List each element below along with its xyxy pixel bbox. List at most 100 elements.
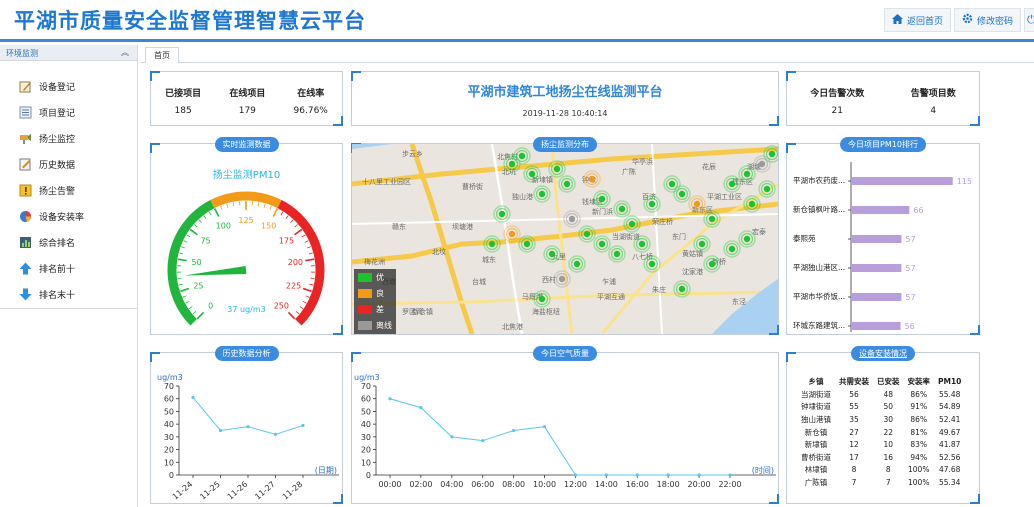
platform-title-panel: 平湖市建筑工地扬尘在线监测平台 2019-11-28 10:40:14 <box>351 71 779 126</box>
air-quality-chart: ug/m3 0 10 20 30 40 50 60 70 00:00 02:00 04:00 06:00… <box>354 373 776 489</box>
map-place-label: 荣庄桥 <box>652 217 673 226</box>
sidebar-item-dust-alarm[interactable]: 扬尘告警 <box>0 177 137 203</box>
logout-button[interactable]: ⏻ <box>1024 8 1034 32</box>
map-monitor-point <box>558 275 566 283</box>
stat-alarm-projects: 告警项目数 4 <box>911 86 956 116</box>
map-monitor-point <box>698 240 706 248</box>
history-panel: 历史数据分析 ug/m3 0 10 20 30 40 50 60 70 11-24 11-25 11-… <box>150 346 343 504</box>
panel-tag: 扬尘监测分布 <box>533 137 597 152</box>
map-place-label: 北坟 <box>432 247 446 256</box>
chart-y-tick-label: 60 <box>164 395 174 404</box>
chart-y-tick-label: 40 <box>164 420 174 429</box>
chart-y-tick-label: 10 <box>164 458 174 467</box>
chart-x-tick-label: 18:00 <box>657 480 680 489</box>
chevron-up-icon[interactable]: ︽ <box>121 47 129 58</box>
device-install-panel: 设备安装情况 乡镇 共需安装 已安装 安装率 PM10 当湖街道 56 48 86% 55.48… <box>786 346 980 504</box>
table-cell: 47.68 <box>938 465 961 475</box>
map-road <box>651 144 663 334</box>
table-row: 林埭镇 8 8 100% 47.68 <box>797 464 965 477</box>
map-place-label: 台城 <box>472 277 486 286</box>
table-cell: 41.87 <box>938 440 961 450</box>
table-cell: 钟埭街道 <box>801 402 831 412</box>
sidebar-section-header[interactable]: 环境监测 ︽ <box>0 45 137 61</box>
gauge-tick <box>198 219 202 223</box>
sidebar-item-overall-ranking[interactable]: 综合排名 <box>0 229 137 255</box>
gauge-value-label: 37 ug/m3 <box>227 305 266 314</box>
rank-bar <box>851 264 902 272</box>
gauge-tick <box>310 277 315 280</box>
map-monitor-point <box>638 240 646 248</box>
table-cell: 林埭镇 <box>804 465 828 475</box>
chart-x-tick-label: 14:00 <box>595 480 618 489</box>
map-place-label: 北焦港 <box>502 322 523 331</box>
sidebar-item-history-data[interactable]: 历史数据 <box>0 151 137 177</box>
table-cell: 86% <box>910 414 928 424</box>
panel-tag: 实时监测数据 <box>214 137 279 152</box>
table-cell: 当湖街道 <box>801 389 831 399</box>
gauge-tick-label: 200 <box>288 258 303 267</box>
history-chart: ug/m3 0 10 20 30 40 50 60 70 11-24 11-25 11-26 11-27… <box>157 373 339 502</box>
pie-icon <box>18 209 32 223</box>
rank-value-label: 57 <box>905 293 915 302</box>
map-place-label: 沈家港 <box>682 267 703 276</box>
gauge-tick <box>203 215 207 219</box>
sidebar-item-top-ten[interactable]: 排名前十 <box>0 255 137 281</box>
change-password-button[interactable]: 修改密码 <box>954 8 1022 32</box>
map-monitor-point <box>768 150 776 158</box>
gauge-tick <box>179 252 184 255</box>
ranking-icon <box>18 235 32 249</box>
map-canvas[interactable]: 步云乡十八里工业园区曹桥街独山港北坟城东新埭镇钟埭广陈西村平湖互通马厩港海盐枢纽… <box>352 144 778 334</box>
table-cell: 81% <box>910 427 928 437</box>
sidebar-item-dust-monitor[interactable]: 扬尘监控 <box>0 125 137 151</box>
rank-category-label: 平湖独山港区... <box>793 262 845 272</box>
chart-data-point <box>388 397 392 401</box>
chart-y-tick-label: 20 <box>361 446 371 455</box>
home-label: 返回首页 <box>907 16 944 27</box>
map-place-label: 城东 <box>482 255 496 264</box>
map-monitor-point <box>598 240 606 248</box>
sidebar-menu: 设备登记 项目登记 扬尘监控 历史数据 扬尘告警 设备安装率 综合排名 排名前十… <box>0 61 137 307</box>
map-monitor-point <box>598 195 606 203</box>
table-cell: 83% <box>910 440 928 450</box>
table-cell: 7 <box>885 477 891 487</box>
map-monitor-point <box>508 160 516 168</box>
chart-y-tick-label: 70 <box>361 382 371 391</box>
sidebar-item-project-register[interactable]: 项目登记 <box>0 99 137 125</box>
map-place-label: 乍浦 <box>602 277 616 286</box>
home-button[interactable]: 返回首页 <box>884 8 952 32</box>
sidebar-item-device-register[interactable]: 设备登记 <box>0 73 137 99</box>
rank-bar <box>851 293 902 301</box>
gauge-tick <box>269 205 272 210</box>
map-monitor-point <box>523 240 531 248</box>
legend-bad: 差 <box>354 301 396 317</box>
sidebar-item-install-rate[interactable]: 设备安装率 <box>0 203 137 229</box>
tab-home[interactable]: 首页 <box>145 47 179 63</box>
chart-x-tick-label: 11-26 <box>226 480 250 502</box>
gauge-tick-label: 25 <box>193 281 203 290</box>
map-area[interactable]: 步云乡十八里工业园区曹桥街独山港北坟城东新埭镇钟埭广陈西村平湖互通马厩港海盐枢纽… <box>352 144 778 334</box>
table-cell: 54.89 <box>938 402 961 412</box>
arrow-down-icon <box>18 287 32 301</box>
sidebar-item-bottom-ten[interactable]: 排名末十 <box>0 281 137 307</box>
map-monitor-point <box>573 260 581 268</box>
gauge-tick <box>302 300 307 304</box>
power-icon: ⏻ <box>1027 13 1034 26</box>
gauge-tick <box>290 219 294 223</box>
map-monitor-point <box>708 215 716 223</box>
platform-title: 平湖市建筑工地扬尘在线监测平台 <box>467 85 663 100</box>
map-place-label: 海盐枢纽 <box>532 307 560 316</box>
panel-tag[interactable]: 设备安装情况 <box>851 346 915 361</box>
map-monitor-point <box>728 180 736 188</box>
app-title: 平湖市质量安全监督管理智慧云平台 <box>14 9 366 33</box>
history-icon <box>18 157 32 171</box>
table-cell: 52.56 <box>938 452 961 462</box>
map-monitor-point <box>678 190 686 198</box>
map-place-label: 朱庄 <box>652 285 666 294</box>
map-monitor-point <box>538 295 546 303</box>
chart-x-tick-label: 11-27 <box>253 480 277 502</box>
chart-x-unit: (日期) <box>315 466 337 475</box>
map-place-label: 新埭镇 <box>532 175 553 184</box>
map-place-label: 东泾 <box>732 297 746 306</box>
gauge-tick-label: 150 <box>261 221 276 230</box>
map-monitor-point <box>678 285 686 293</box>
